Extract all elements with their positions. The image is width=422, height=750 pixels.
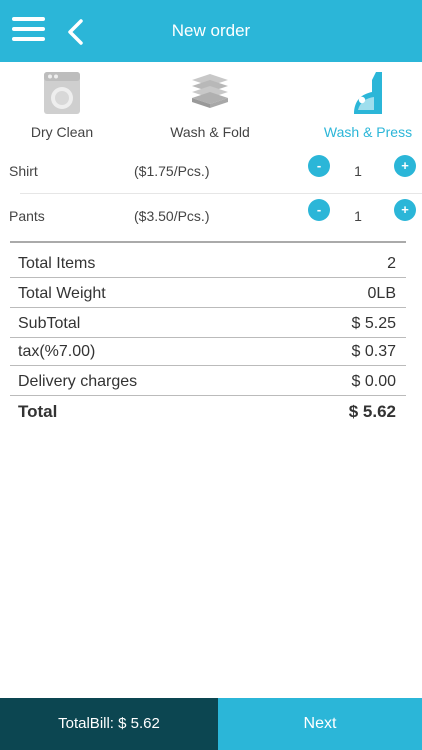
plus-button[interactable]: +	[394, 155, 416, 177]
item-price: ($1.75/Pcs.)	[134, 163, 210, 179]
summary-value: 2	[387, 255, 396, 272]
tab-wash-press[interactable]: Wash & Press	[298, 62, 422, 152]
summary-row-total: Total $ 5.62	[10, 395, 406, 425]
total-bill-display: TotalBill: $ 5.62	[0, 698, 218, 750]
service-tabs: Dry Clean Wash & Fold Wash & Press	[0, 62, 422, 152]
summary-row-subtotal: SubTotal $ 5.25	[10, 308, 406, 338]
list-item: Pants ($3.50/Pcs.) - 1 +	[0, 195, 422, 239]
summary-value: $ 5.62	[348, 402, 396, 421]
minus-button[interactable]: -	[308, 199, 330, 221]
plus-button[interactable]: +	[394, 199, 416, 221]
list-item: Shirt ($1.75/Pcs.) - 1 +	[0, 150, 422, 194]
washing-machine-icon	[42, 70, 82, 121]
summary-row-total-weight: Total Weight 0LB	[10, 278, 406, 308]
iron-icon	[348, 70, 388, 121]
summary-label: Total Weight	[18, 285, 106, 302]
summary-value: $ 0.37	[351, 343, 396, 360]
page-title: New order	[171, 21, 251, 40]
item-quantity: 1	[354, 208, 362, 224]
next-button[interactable]: Next	[218, 698, 422, 750]
tab-label: Wash & Press	[323, 124, 413, 140]
summary-label: Total	[18, 402, 58, 421]
minus-button[interactable]: -	[308, 155, 330, 177]
tab-label: Dry Clean	[30, 124, 94, 140]
summary-value: $ 0.00	[351, 373, 396, 390]
item-price: ($3.50/Pcs.)	[134, 208, 210, 224]
summary-label: SubTotal	[18, 315, 81, 332]
top-bar: New order	[0, 0, 422, 62]
divider	[10, 241, 406, 243]
summary-row-total-items: Total Items 2	[10, 248, 406, 278]
item-quantity: 1	[354, 163, 362, 179]
summary-value: $ 5.25	[351, 315, 396, 332]
summary-label: tax(%7.00)	[18, 343, 96, 360]
summary-label: Total Items	[18, 255, 96, 272]
item-name: Shirt	[9, 163, 38, 179]
item-name: Pants	[9, 208, 45, 224]
summary-value: 0LB	[367, 285, 396, 302]
divider	[20, 193, 422, 194]
tab-wash-fold[interactable]: Wash & Fold	[140, 62, 280, 152]
tab-label: Wash & Fold	[170, 124, 250, 140]
summary-label: Delivery charges	[18, 373, 138, 390]
summary-row-tax: tax(%7.00) $ 0.37	[10, 336, 406, 366]
folded-clothes-icon	[188, 70, 232, 115]
tab-dry-clean[interactable]: Dry Clean	[0, 62, 132, 152]
summary-row-delivery: Delivery charges $ 0.00	[10, 366, 406, 396]
